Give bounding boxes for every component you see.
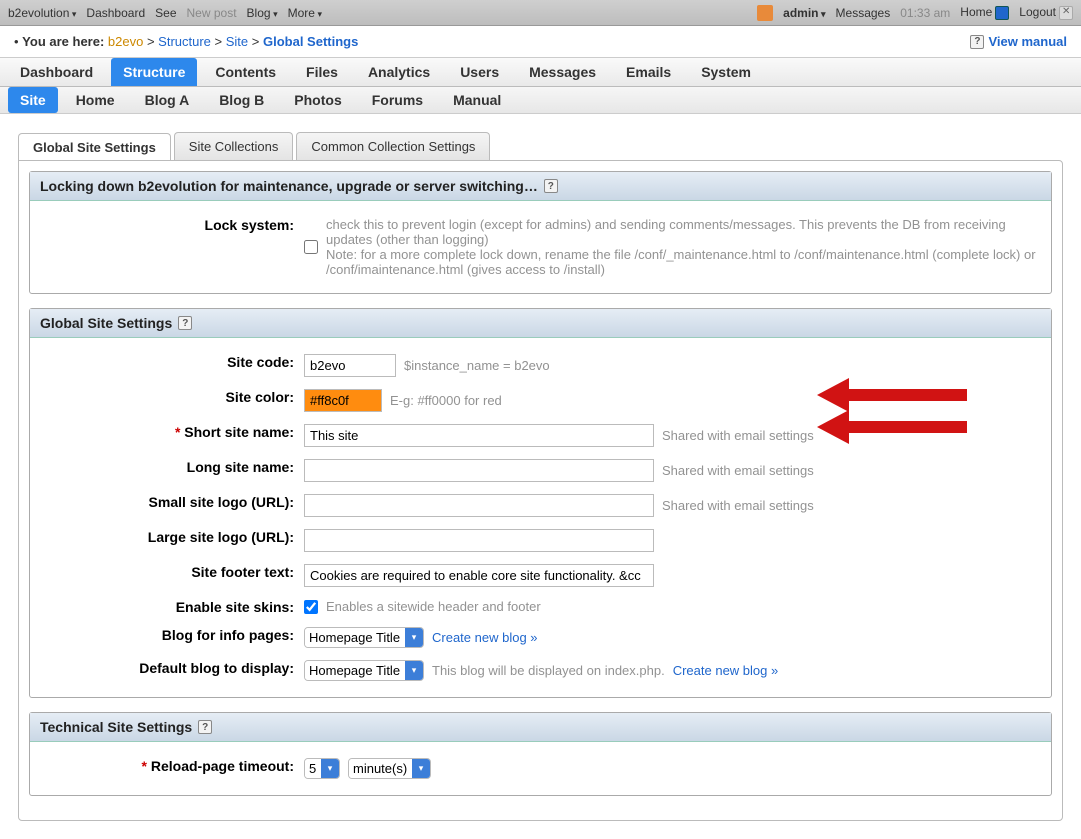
create-blog-link-2[interactable]: Create new blog » bbox=[673, 663, 779, 678]
short-name-input[interactable] bbox=[304, 424, 654, 447]
breadcrumb: • You are here: b2evo > Structure > Site… bbox=[14, 34, 358, 49]
info-label: Blog for info pages: bbox=[44, 627, 304, 643]
site-color-hint: E-g: #ff0000 for red bbox=[390, 393, 502, 408]
subtab-site[interactable]: Site bbox=[8, 87, 58, 113]
topbar-dashboard[interactable]: Dashboard bbox=[86, 6, 145, 20]
topbar-more[interactable]: More bbox=[288, 6, 322, 20]
large-logo-input[interactable] bbox=[304, 529, 654, 552]
avatar bbox=[757, 5, 773, 21]
subtab-forums[interactable]: Forums bbox=[360, 87, 435, 113]
bc-site[interactable]: Site bbox=[226, 34, 248, 49]
lock-hint2: Note: for a more complete lock down, ren… bbox=[326, 247, 1036, 277]
block-global-title: Global Site Settings bbox=[40, 315, 172, 331]
small-logo-label: Small site logo (URL): bbox=[44, 494, 304, 510]
tab-structure[interactable]: Structure bbox=[111, 58, 197, 86]
home-link[interactable]: Home bbox=[960, 5, 1009, 20]
small-logo-hint: Shared with email settings bbox=[662, 498, 814, 513]
block-technical: Technical Site Settings ? * Reload-page … bbox=[29, 712, 1052, 796]
skins-label: Enable site skins: bbox=[44, 599, 304, 615]
short-name-label: Short site name: bbox=[184, 424, 294, 440]
tab-files[interactable]: Files bbox=[294, 58, 350, 86]
site-code-hint: $instance_name = b2evo bbox=[404, 358, 550, 373]
subtab-manual[interactable]: Manual bbox=[441, 87, 513, 113]
chevron-down-icon: ▾ bbox=[321, 759, 339, 778]
brand-menu[interactable]: b2evolution bbox=[8, 6, 76, 20]
skins-checkbox[interactable] bbox=[304, 600, 318, 614]
default-hint: This blog will be displayed on index.php… bbox=[432, 663, 665, 678]
clock: 01:33 am bbox=[900, 6, 950, 20]
bc-current: Global Settings bbox=[263, 34, 358, 49]
footer-label: Site footer text: bbox=[44, 564, 304, 580]
large-logo-label: Large site logo (URL): bbox=[44, 529, 304, 545]
site-color-label: Site color: bbox=[44, 389, 304, 405]
tab-users[interactable]: Users bbox=[448, 58, 511, 86]
logout-icon bbox=[1059, 6, 1073, 20]
long-name-label: Long site name: bbox=[44, 459, 304, 475]
topbar-blog[interactable]: Blog bbox=[247, 6, 278, 20]
info-select[interactable]: Homepage Title bbox=[305, 628, 405, 647]
main-tabs: Dashboard Structure Contents Files Analy… bbox=[0, 57, 1081, 87]
tab-contents[interactable]: Contents bbox=[203, 58, 288, 86]
tab-dashboard[interactable]: Dashboard bbox=[8, 58, 105, 86]
chevron-down-icon: ▾ bbox=[405, 661, 423, 680]
skins-hint: Enables a sitewide header and footer bbox=[326, 599, 541, 614]
footer-input[interactable] bbox=[304, 564, 654, 587]
lock-system-checkbox[interactable] bbox=[304, 240, 318, 254]
long-name-hint: Shared with email settings bbox=[662, 463, 814, 478]
reload-value-select[interactable]: 5 bbox=[305, 759, 321, 778]
ttab-global[interactable]: Global Site Settings bbox=[18, 133, 171, 161]
subtab-bloga[interactable]: Blog A bbox=[133, 87, 202, 113]
ttab-common[interactable]: Common Collection Settings bbox=[296, 132, 490, 160]
small-logo-input[interactable] bbox=[304, 494, 654, 517]
help-icon[interactable]: ? bbox=[198, 720, 212, 734]
block-lockdown: Locking down b2evolution for maintenance… bbox=[29, 171, 1052, 294]
short-name-hint: Shared with email settings bbox=[662, 428, 814, 443]
home-icon bbox=[995, 6, 1009, 20]
block-lockdown-title: Locking down b2evolution for maintenance… bbox=[40, 178, 538, 194]
bc-structure[interactable]: Structure bbox=[158, 34, 211, 49]
help-icon[interactable]: ? bbox=[178, 316, 192, 330]
tab-analytics[interactable]: Analytics bbox=[356, 58, 442, 86]
subtab-photos[interactable]: Photos bbox=[282, 87, 353, 113]
topbar-newpost[interactable]: New post bbox=[187, 6, 237, 20]
default-select[interactable]: Homepage Title bbox=[305, 661, 405, 680]
lock-system-label: Lock system: bbox=[44, 217, 304, 233]
default-label: Default blog to display: bbox=[44, 660, 304, 676]
sub-tabs: Site Home Blog A Blog B Photos Forums Ma… bbox=[0, 87, 1081, 114]
subtab-home[interactable]: Home bbox=[64, 87, 127, 113]
block-technical-title: Technical Site Settings bbox=[40, 719, 192, 735]
site-color-input[interactable] bbox=[304, 389, 382, 412]
subtab-blogb[interactable]: Blog B bbox=[207, 87, 276, 113]
view-manual-link[interactable]: ? View manual bbox=[970, 34, 1067, 49]
site-code-input[interactable] bbox=[304, 354, 396, 377]
topbar-messages[interactable]: Messages bbox=[836, 6, 891, 20]
site-code-label: Site code: bbox=[44, 354, 304, 370]
reload-label: Reload-page timeout: bbox=[151, 758, 294, 774]
tertiary-tabs: Global Site Settings Site Collections Co… bbox=[18, 132, 1063, 160]
logout-link[interactable]: Logout bbox=[1019, 5, 1073, 20]
block-global: Global Site Settings ? Site code: $insta… bbox=[29, 308, 1052, 698]
help-icon: ? bbox=[970, 35, 984, 49]
ttab-collections[interactable]: Site Collections bbox=[174, 132, 294, 160]
reload-unit-select[interactable]: minute(s) bbox=[349, 759, 412, 778]
tab-system[interactable]: System bbox=[689, 58, 763, 86]
tab-messages[interactable]: Messages bbox=[517, 58, 608, 86]
chevron-down-icon: ▾ bbox=[405, 628, 423, 647]
long-name-input[interactable] bbox=[304, 459, 654, 482]
help-icon[interactable]: ? bbox=[544, 179, 558, 193]
bc-b2evo[interactable]: b2evo bbox=[108, 34, 143, 49]
topbar-see[interactable]: See bbox=[155, 6, 176, 20]
admin-menu[interactable]: admin bbox=[783, 6, 825, 20]
tab-emails[interactable]: Emails bbox=[614, 58, 683, 86]
create-blog-link-1[interactable]: Create new blog » bbox=[432, 630, 538, 645]
lock-hint1: check this to prevent login (except for … bbox=[326, 217, 1006, 247]
chevron-down-icon: ▾ bbox=[412, 759, 430, 778]
